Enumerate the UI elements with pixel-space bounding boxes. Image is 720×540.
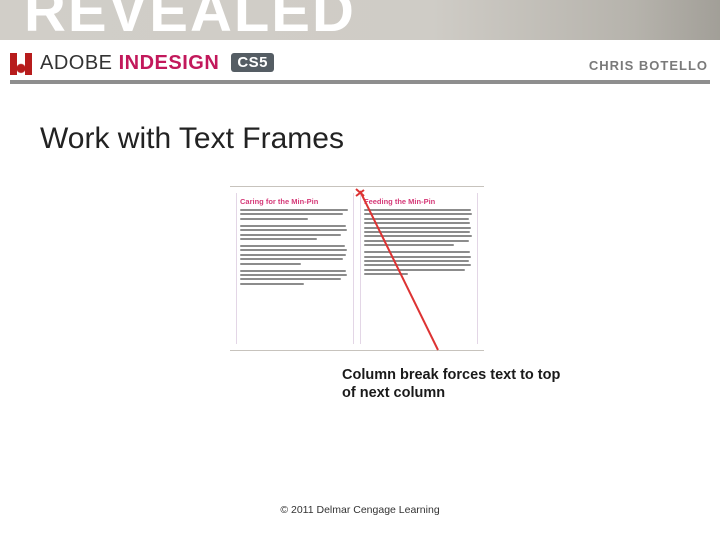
adobe-logo-icon	[10, 53, 32, 75]
figure-caption: Column break forces text to top of next …	[342, 366, 572, 402]
book-header: REVEALED ADOBE INDESIGN CS5 CHRIS BOTELL…	[0, 0, 720, 96]
text-frame-figure: Caring for the Min-Pin	[230, 186, 484, 351]
version-badge: CS5	[231, 53, 274, 72]
column-1-heading: Caring for the Min-Pin	[240, 197, 350, 206]
greek-text	[364, 209, 474, 246]
page-title: Work with Text Frames	[40, 122, 720, 156]
header-underline	[10, 80, 710, 84]
author-name: CHRIS BOTELLO	[589, 58, 708, 73]
column-2-heading: Feeding the Min-Pin	[364, 197, 474, 206]
greek-text	[240, 225, 350, 240]
page-sheet: Caring for the Min-Pin	[230, 186, 484, 351]
slide-content: Work with Text Frames Caring for the Min…	[0, 96, 720, 540]
greek-text	[364, 251, 474, 275]
greek-text	[240, 245, 350, 265]
column-2: Feeding the Min-Pin	[360, 193, 478, 344]
greek-text	[240, 270, 350, 285]
greek-text	[240, 209, 350, 220]
column-1: Caring for the Min-Pin	[236, 193, 354, 344]
series-title: REVEALED	[24, 0, 356, 45]
brand-prefix: ADOBE	[40, 52, 119, 74]
header-bar: REVEALED	[0, 0, 720, 40]
product-name: ADOBE INDESIGN CS5	[40, 52, 274, 75]
copyright-footer: © 2011 Delmar Cengage Learning	[0, 504, 720, 516]
brand-suffix: INDESIGN	[119, 52, 220, 74]
brand-line: ADOBE INDESIGN CS5	[10, 52, 274, 75]
